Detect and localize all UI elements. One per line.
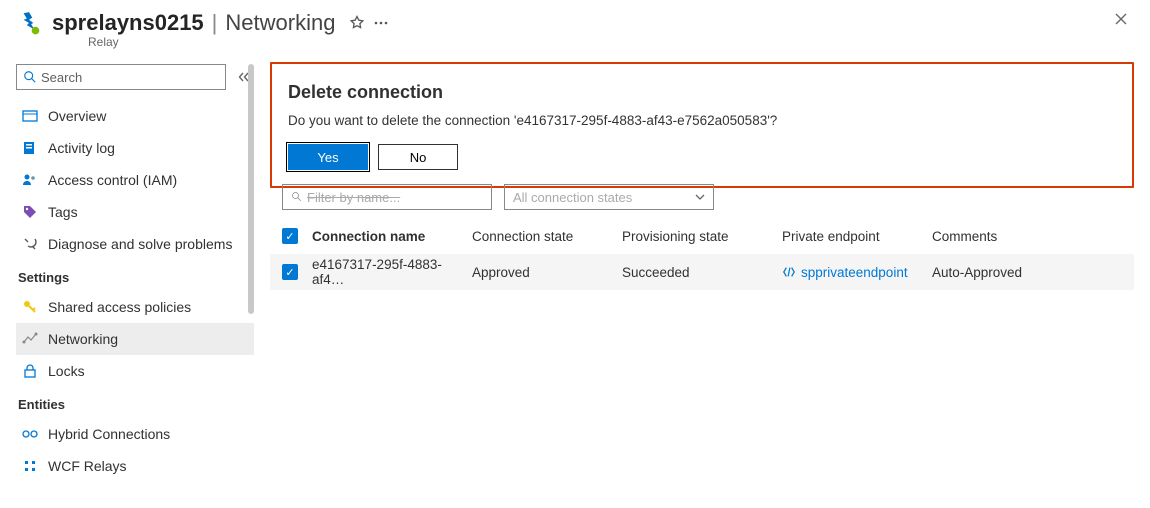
menu-locks[interactable]: Locks bbox=[16, 355, 254, 387]
cell-comments: Auto-Approved bbox=[932, 265, 1072, 280]
resource-menu: Search Overview Activity log Access cont… bbox=[0, 60, 254, 508]
col-connection-name[interactable]: Connection name bbox=[312, 229, 472, 244]
diagnose-icon bbox=[22, 236, 38, 252]
menu-group-settings: Settings bbox=[16, 260, 254, 291]
menu-wcf-relays[interactable]: WCF Relays bbox=[16, 450, 254, 482]
filter-by-name-input[interactable]: Filter by name... bbox=[282, 184, 492, 210]
relay-resource-icon bbox=[16, 10, 42, 36]
cell-connection-name: e4167317-295f-4883-af4… bbox=[312, 257, 472, 287]
blade-section: Networking bbox=[225, 10, 335, 36]
cell-provisioning-state: Succeeded bbox=[622, 265, 782, 280]
menu-tags[interactable]: Tags bbox=[16, 196, 254, 228]
menu-group-entities: Entities bbox=[16, 387, 254, 418]
menu-search-input[interactable]: Search bbox=[16, 64, 226, 90]
dialog-message: Do you want to delete the connection 'e4… bbox=[288, 113, 1116, 128]
dialog-title: Delete connection bbox=[288, 82, 1116, 103]
confirm-yes-button[interactable]: Yes bbox=[288, 144, 368, 170]
filter-row: Filter by name... All connection states bbox=[270, 184, 1134, 218]
iam-icon bbox=[22, 172, 38, 188]
table-row[interactable]: ✓ e4167317-295f-4883-af4… Approved Succe… bbox=[270, 254, 1134, 290]
close-blade-button[interactable] bbox=[1108, 10, 1134, 28]
search-placeholder: Search bbox=[41, 70, 82, 85]
confirm-no-button[interactable]: No bbox=[378, 144, 458, 170]
more-commands-icon[interactable] bbox=[373, 15, 389, 31]
blade-header: sprelayns0215 | Networking Relay bbox=[0, 0, 1150, 40]
overview-icon bbox=[22, 108, 38, 124]
tags-icon bbox=[22, 204, 38, 220]
connection-state-filter[interactable]: All connection states bbox=[504, 184, 714, 210]
menu-activity-log[interactable]: Activity log bbox=[16, 132, 254, 164]
key-icon bbox=[22, 299, 38, 315]
delete-connection-dialog: Delete connection Do you want to delete … bbox=[270, 62, 1134, 188]
cell-connection-state: Approved bbox=[472, 265, 622, 280]
menu-hybrid-connections[interactable]: Hybrid Connections bbox=[16, 418, 254, 450]
col-comments[interactable]: Comments bbox=[932, 229, 1072, 244]
title-divider: | bbox=[212, 10, 218, 36]
col-provisioning-state[interactable]: Provisioning state bbox=[622, 229, 782, 244]
menu-overview[interactable]: Overview bbox=[16, 100, 254, 132]
activity-log-icon bbox=[22, 140, 38, 156]
header-text-block: sprelayns0215 | Networking Relay bbox=[52, 10, 389, 36]
menu-shared-access-policies[interactable]: Shared access policies bbox=[16, 291, 254, 323]
search-icon bbox=[23, 70, 37, 84]
resource-name: sprelayns0215 bbox=[52, 10, 204, 36]
lock-icon bbox=[22, 363, 38, 379]
row-checkbox[interactable]: ✓ bbox=[282, 264, 298, 280]
menu-diagnose[interactable]: Diagnose and solve problems bbox=[16, 228, 254, 260]
connections-table: ✓ Connection name Connection state Provi… bbox=[270, 218, 1134, 290]
col-private-endpoint[interactable]: Private endpoint bbox=[782, 229, 932, 244]
cell-private-endpoint-link[interactable]: spprivateendpoint bbox=[782, 265, 932, 280]
pin-favorite-icon[interactable] bbox=[349, 15, 365, 31]
endpoint-icon bbox=[782, 265, 796, 279]
networking-icon bbox=[22, 331, 38, 347]
wcf-icon bbox=[22, 458, 38, 474]
main-content: Delete connection Do you want to delete … bbox=[254, 60, 1150, 508]
col-connection-state[interactable]: Connection state bbox=[472, 229, 622, 244]
table-header: ✓ Connection name Connection state Provi… bbox=[270, 218, 1134, 254]
resource-type-label: Relay bbox=[88, 35, 119, 49]
menu-networking[interactable]: Networking bbox=[16, 323, 254, 355]
hybrid-icon bbox=[22, 426, 38, 442]
select-all-checkbox[interactable]: ✓ bbox=[282, 228, 298, 244]
menu-access-control[interactable]: Access control (IAM) bbox=[16, 164, 254, 196]
chevron-down-icon bbox=[695, 192, 705, 202]
